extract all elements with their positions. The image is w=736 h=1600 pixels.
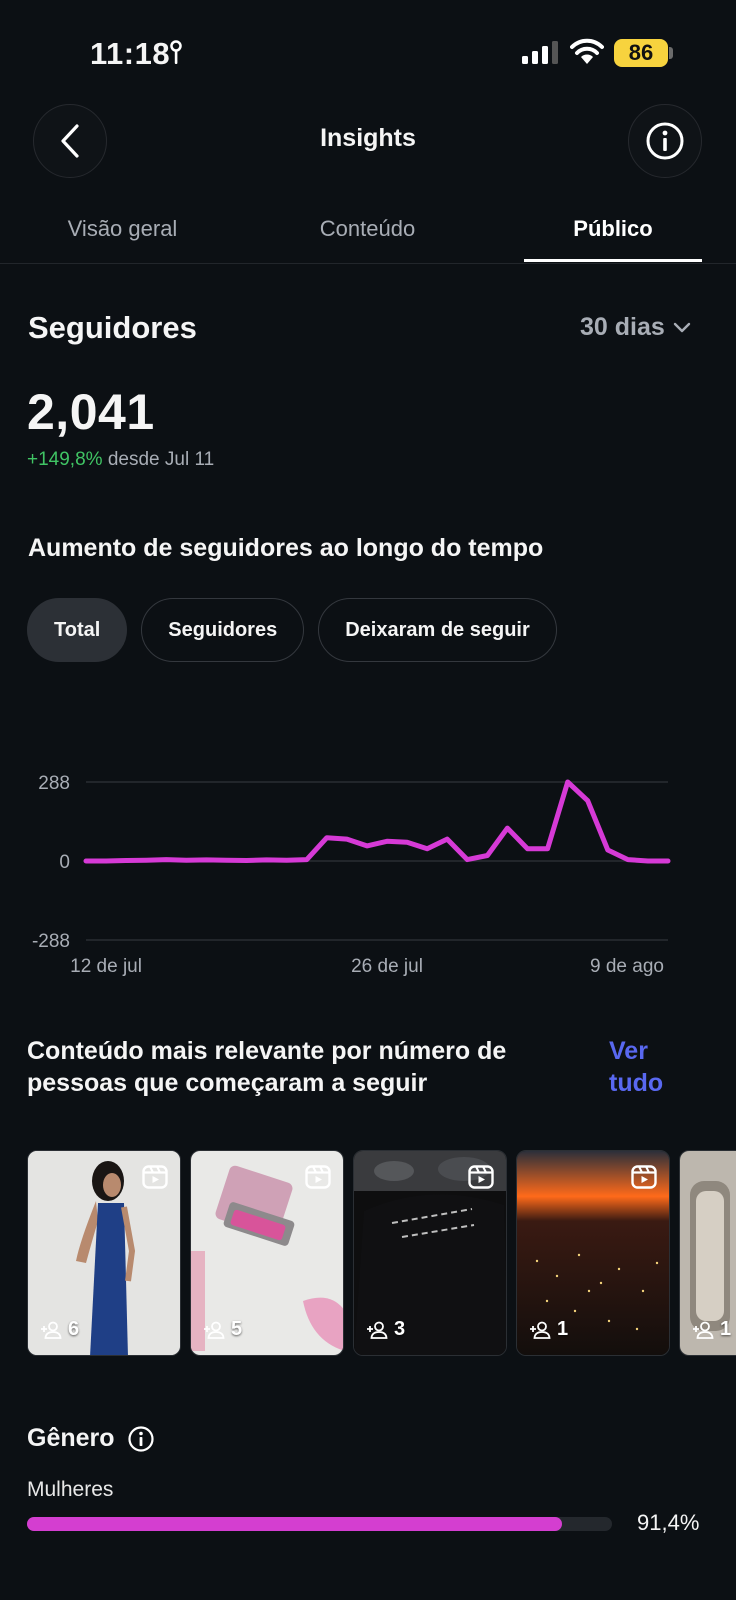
battery-cap — [669, 47, 673, 59]
add-person-icon — [41, 1321, 62, 1339]
status-time: 11:18 — [90, 36, 171, 71]
filter-total[interactable]: Total — [27, 598, 128, 662]
wifi-icon — [570, 38, 604, 64]
see-all-link[interactable]: Ver tudo — [609, 1035, 689, 1099]
reel-icon — [305, 1165, 331, 1189]
gender-label-women: Mulheres — [27, 1478, 114, 1501]
x-tick-label: 26 de jul — [351, 956, 423, 977]
top-content-title: Conteúdo mais relevante por número de pe… — [27, 1037, 507, 1097]
growth-title: Aumento de seguidores ao longo do tempo — [28, 534, 544, 562]
x-tick-label: 9 de ago — [590, 956, 664, 977]
y-tick-label: 288 — [38, 773, 70, 794]
content-thumbnail[interactable]: 3 — [353, 1150, 507, 1356]
gender-bar-fill — [27, 1517, 562, 1531]
follow-count-value: 5 — [231, 1318, 243, 1340]
info-icon — [646, 122, 684, 160]
follow-count-value: 1 — [720, 1318, 732, 1340]
followers-line-chart: 288 0 -288 12 de jul 26 de jul 9 de ago — [32, 773, 671, 977]
follow-count-value: 3 — [394, 1318, 406, 1340]
follow-count: 6 — [40, 1318, 79, 1341]
gender-title: Gênero — [27, 1424, 155, 1453]
reel-icon — [142, 1165, 168, 1189]
content-thumbnail[interactable]: 1 — [679, 1150, 736, 1356]
add-person-icon — [693, 1321, 714, 1339]
status-bar: 11:18 86 — [0, 0, 736, 100]
follow-count-value: 1 — [557, 1318, 569, 1340]
follow-count: 3 — [366, 1318, 405, 1341]
chevron-down-icon — [673, 322, 690, 332]
x-tick-label: 12 de jul — [70, 956, 142, 977]
top-content-carousel[interactable]: 6 5 3 1 1 — [27, 1150, 736, 1358]
active-tab-indicator — [524, 259, 702, 262]
add-person-icon — [530, 1321, 551, 1339]
signal-icon — [522, 41, 558, 64]
followers-title: Seguidores — [28, 310, 197, 345]
location-icon — [170, 40, 182, 64]
add-person-icon — [204, 1321, 225, 1339]
period-label: 30 dias — [580, 313, 665, 341]
filter-followers[interactable]: Seguidores — [141, 598, 305, 662]
reel-icon — [631, 1165, 657, 1189]
tab-audience[interactable]: Público — [524, 216, 702, 242]
series-line — [83, 779, 671, 864]
y-tick-label: 0 — [59, 852, 70, 873]
gender-title-text: Gênero — [27, 1424, 115, 1452]
follow-count: 1 — [692, 1318, 731, 1341]
follow-count: 5 — [203, 1318, 242, 1341]
info-button[interactable] — [628, 104, 702, 178]
add-person-icon — [367, 1321, 388, 1339]
follow-count: 1 — [529, 1318, 568, 1341]
delta-since: desde Jul 11 — [107, 449, 215, 470]
content-thumbnail[interactable]: 1 — [516, 1150, 670, 1356]
content-thumbnail[interactable]: 5 — [190, 1150, 344, 1356]
period-dropdown[interactable]: 30 dias — [580, 313, 691, 342]
info-icon[interactable] — [127, 1425, 155, 1453]
followers-delta: +149,8% desde Jul 11 — [27, 449, 214, 471]
tab-content[interactable]: Conteúdo — [280, 216, 455, 242]
delta-percent: +149,8% — [27, 449, 103, 470]
tab-bar: Visão geral Conteúdo Público — [0, 200, 736, 264]
follow-count-value: 6 — [68, 1318, 80, 1340]
tab-overview[interactable]: Visão geral — [30, 216, 215, 242]
followers-count: 2,041 — [27, 384, 155, 440]
gender-value: 91,4% — [637, 1510, 700, 1535]
reel-icon — [468, 1165, 494, 1189]
battery-indicator: 86 — [614, 39, 668, 67]
growth-filters: Total Seguidores Deixaram de seguir — [27, 598, 557, 662]
y-tick-label: -288 — [32, 931, 70, 952]
filter-unfollows[interactable]: Deixaram de seguir — [318, 598, 557, 662]
page-title: Insights — [320, 124, 416, 152]
gender-bar-track — [27, 1517, 612, 1531]
content-thumbnail[interactable]: 6 — [27, 1150, 181, 1356]
